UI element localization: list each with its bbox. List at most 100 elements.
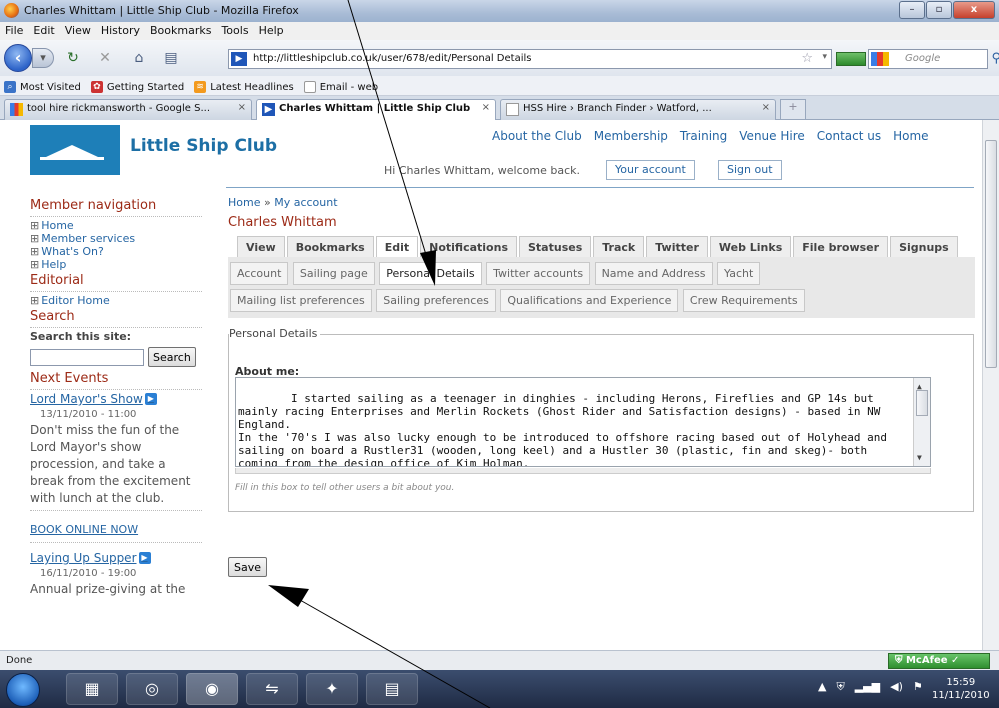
menu-history[interactable]: History — [96, 22, 145, 40]
sidebar-item-home[interactable]: ⊞ Home — [30, 219, 202, 232]
menu-view[interactable]: View — [60, 22, 96, 40]
about-me-textarea[interactable]: I started sailing as a teenager in dingh… — [235, 377, 931, 467]
editorial-heading: Editorial — [30, 273, 84, 288]
url-dropdown-icon[interactable]: ▾ — [822, 52, 827, 62]
textarea-resize-grip[interactable] — [235, 468, 931, 474]
tab-close-icon[interactable]: × — [482, 102, 490, 113]
stop-icon[interactable]: ✕ — [96, 50, 114, 66]
new-tab-button[interactable]: + — [780, 99, 806, 119]
addon-toolbar-icon[interactable] — [836, 52, 866, 66]
sidebar-item-whats-on[interactable]: ⊞ What's On? — [30, 245, 202, 258]
menu-file[interactable]: File — [0, 22, 28, 40]
club-logo[interactable] — [30, 125, 120, 175]
bookmark-email-web[interactable]: Email - web — [300, 76, 384, 95]
subtab-personal-details[interactable]: Personal Details — [379, 262, 482, 285]
volume-icon[interactable]: ◀) — [890, 680, 903, 694]
tab-edit[interactable]: Edit — [375, 236, 419, 257]
print-icon[interactable]: ▤ — [162, 50, 180, 66]
document-icon[interactable]: ▤ — [366, 673, 418, 705]
subtab-twitter-accounts[interactable]: Twitter accounts — [486, 262, 591, 285]
tab-close-icon[interactable]: × — [238, 102, 246, 113]
event-title-link[interactable]: Laying Up Supper ▶ — [30, 551, 202, 565]
messenger-icon[interactable]: ◎ — [126, 673, 178, 705]
address-bar[interactable]: ▶ http://littleshipclub.co.uk/user/678/e… — [228, 49, 832, 69]
tab-web-links[interactable]: Web Links — [709, 236, 792, 257]
show-hidden-icons-icon[interactable]: ▲ — [818, 680, 826, 694]
search-icon[interactable]: ⚲ — [991, 51, 999, 66]
tab-signups[interactable]: Signups — [890, 236, 958, 257]
reload-icon[interactable]: ↻ — [64, 50, 82, 66]
book-online-link[interactable]: BOOK ONLINE NOW — [30, 523, 202, 536]
sidebar-item-editor-home[interactable]: ⊞ Editor Home — [30, 294, 202, 307]
nav-home[interactable]: Home — [893, 129, 928, 143]
subtab-sailing-preferences[interactable]: Sailing preferences — [376, 289, 496, 312]
bookmark-latest-headlines[interactable]: ≋ Latest Headlines — [190, 76, 300, 95]
nav-about[interactable]: About the Club — [492, 129, 582, 143]
browser-tab-google[interactable]: tool hire rickmansworth - Google S... × — [4, 99, 252, 120]
tab-bookmarks[interactable]: Bookmarks — [286, 236, 374, 257]
window-titlebar: Charles Whittam | Little Ship Club - Moz… — [0, 0, 999, 22]
page-scrollbar[interactable] — [982, 120, 999, 650]
nav-contact[interactable]: Contact us — [817, 129, 881, 143]
tab-close-icon[interactable]: × — [762, 102, 770, 113]
flag-icon[interactable]: ⚑ — [913, 680, 923, 694]
back-button[interactable]: ‹ — [4, 44, 32, 72]
site-search-button[interactable]: Search — [148, 347, 196, 367]
menu-edit[interactable]: Edit — [28, 22, 59, 40]
close-button[interactable]: x — [953, 1, 995, 19]
search-bar[interactable]: Google ⚲ — [868, 49, 999, 69]
forward-dropdown-icon[interactable]: ▾ — [32, 48, 54, 68]
save-button[interactable]: Save — [228, 557, 268, 577]
maximize-button[interactable]: ▫ — [926, 1, 952, 19]
navigation-toolbar: ‹ ▾ ↻ ✕ ⌂ ▤ ▶ http://littleshipclub.co.u… — [0, 40, 999, 76]
app-icon[interactable]: ⇋ — [246, 673, 298, 705]
browser-tab-hss-hire[interactable]: HSS Hire › Branch Finder › Watford, ... … — [500, 99, 776, 120]
clock[interactable]: 15:59 11/11/2010 — [932, 676, 990, 702]
scroll-down-icon[interactable]: ▼ — [917, 451, 922, 464]
tab-statuses[interactable]: Statuses — [519, 236, 592, 257]
bookmark-most-visited[interactable]: ⌕ Most Visited — [0, 76, 87, 95]
site-name[interactable]: Little Ship Club — [130, 136, 277, 156]
your-account-button[interactable]: Your account — [606, 160, 695, 180]
mcafee-tray-icon[interactable]: ⛨ — [836, 680, 844, 694]
bookmark-getting-started[interactable]: ✿ Getting Started — [87, 76, 190, 95]
nav-training[interactable]: Training — [680, 129, 727, 143]
subtab-account[interactable]: Account — [230, 262, 289, 285]
menu-tools[interactable]: Tools — [216, 22, 253, 40]
tab-file-browser[interactable]: File browser — [793, 236, 889, 257]
breadcrumb-home[interactable]: Home — [228, 196, 260, 209]
expand-icon: ⊞ — [30, 258, 40, 271]
menu-help[interactable]: Help — [254, 22, 289, 40]
subtab-mailing-list-preferences[interactable]: Mailing list preferences — [230, 289, 372, 312]
minimize-button[interactable]: – — [899, 1, 925, 19]
site-search-input[interactable] — [30, 348, 144, 366]
subtab-name-and-address[interactable]: Name and Address — [594, 262, 713, 285]
subtab-crew-requirements[interactable]: Crew Requirements — [682, 289, 805, 312]
sidebar-item-help[interactable]: ⊞ Help — [30, 258, 202, 271]
nav-membership[interactable]: Membership — [594, 129, 668, 143]
subtab-yacht[interactable]: Yacht — [717, 262, 761, 285]
browser-tab-little-ship-club[interactable]: ▶ Charles Whittam | Little Ship Club × — [256, 99, 496, 121]
app-icon[interactable]: ✦ — [306, 673, 358, 705]
tab-view[interactable]: View — [237, 236, 285, 257]
tab-track[interactable]: Track — [593, 236, 645, 257]
event-title-link[interactable]: Lord Mayor's Show ▶ — [30, 392, 202, 406]
subtab-qualifications-and-experience[interactable]: Qualifications and Experience — [500, 289, 679, 312]
home-icon[interactable]: ⌂ — [130, 50, 148, 66]
explorer-icon[interactable]: ▦ — [66, 673, 118, 705]
tab-notifications[interactable]: Notifications — [420, 236, 517, 257]
tab-twitter[interactable]: Twitter — [646, 236, 708, 257]
subtab-sailing-page[interactable]: Sailing page — [292, 262, 375, 285]
start-button[interactable] — [6, 673, 40, 707]
sidebar-item-member-services[interactable]: ⊞ Member services — [30, 232, 202, 245]
breadcrumb-my-account[interactable]: My account — [274, 196, 337, 209]
nav-venue-hire[interactable]: Venue Hire — [739, 129, 804, 143]
about-me-text: I started sailing as a teenager in dingh… — [238, 392, 888, 467]
menu-bookmarks[interactable]: Bookmarks — [145, 22, 216, 40]
bookmark-star-icon[interactable]: ☆ — [801, 51, 813, 66]
mcafee-badge[interactable]: ⛨ McAfee ✓ — [888, 653, 990, 669]
textarea-scrollbar[interactable]: ▲ ▼ — [913, 378, 930, 466]
network-icon[interactable]: ▂▄▆ — [855, 680, 880, 694]
sign-out-button[interactable]: Sign out — [718, 160, 782, 180]
firefox-taskbar-icon[interactable]: ◉ — [186, 673, 238, 705]
